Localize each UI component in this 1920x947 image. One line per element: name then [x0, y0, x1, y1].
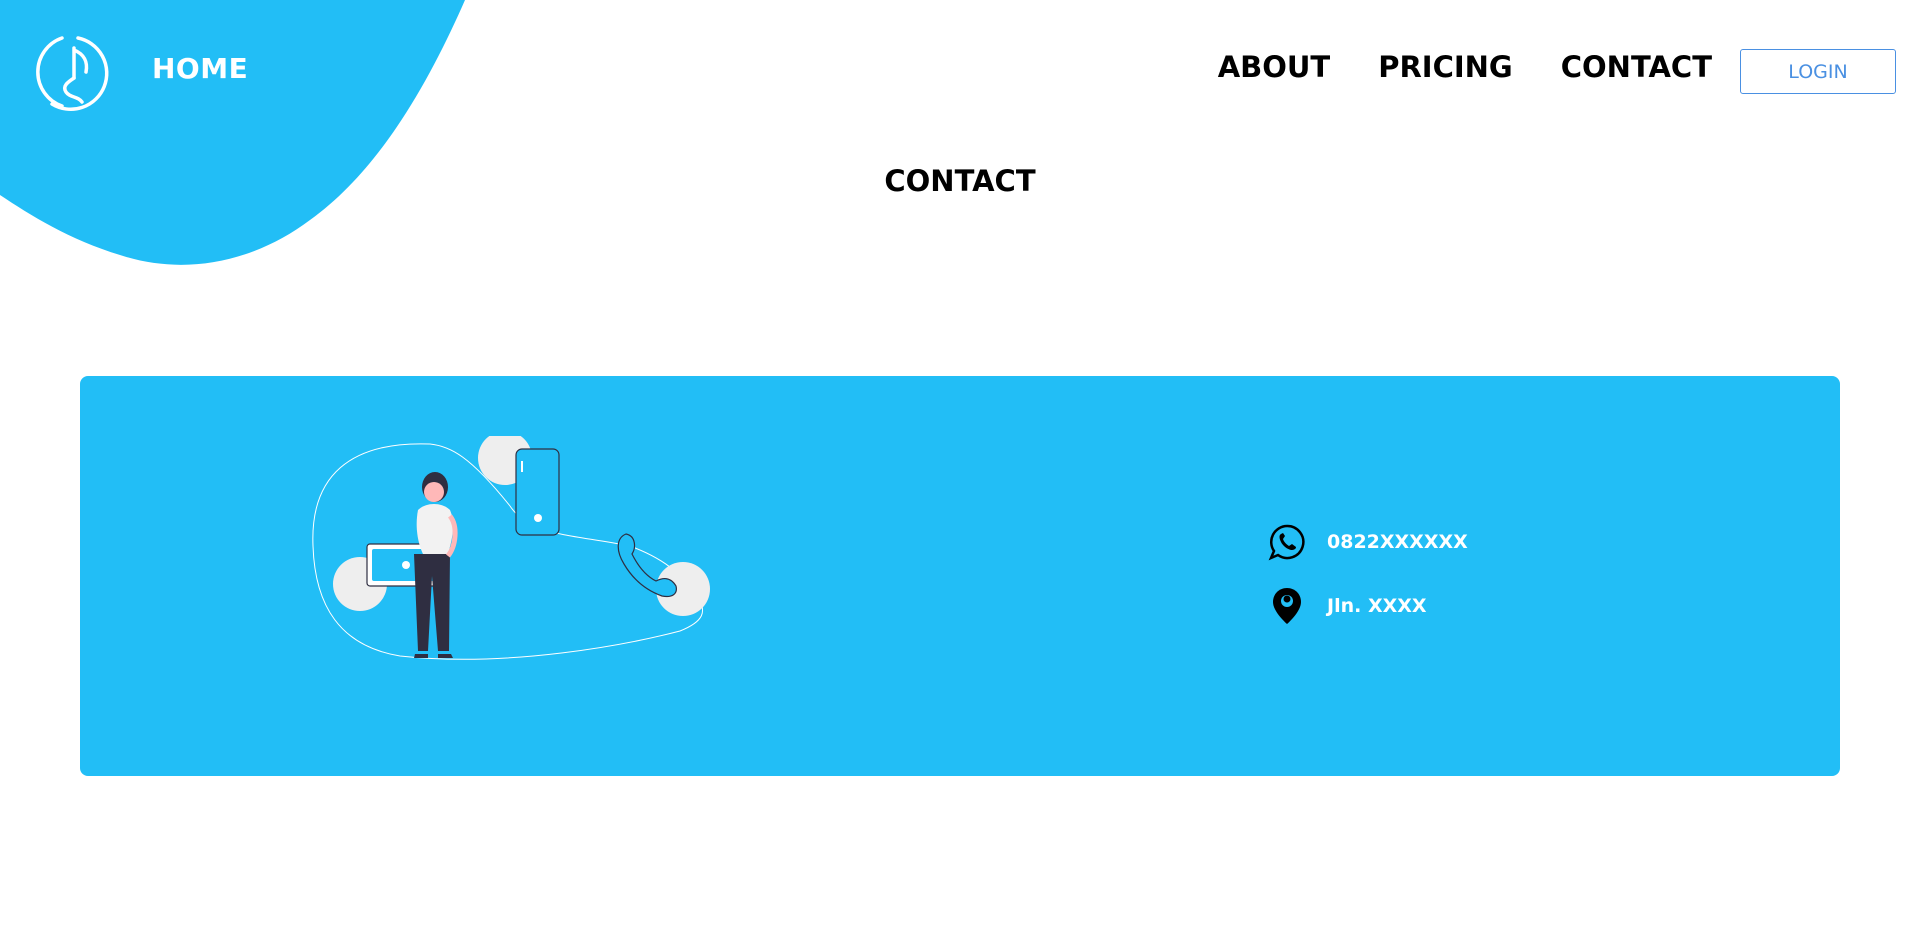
address-text: Jln. XXXX	[1327, 595, 1427, 617]
phone-row: 0822XXXXXX	[1267, 522, 1468, 562]
nav-home[interactable]: HOME	[152, 52, 248, 85]
nav-about[interactable]: ABOUT	[1218, 50, 1331, 84]
login-button[interactable]: LOGIN	[1740, 49, 1896, 94]
top-nav: ABOUT PRICING CONTACT	[1170, 50, 1712, 84]
page: HOME ABOUT PRICING CONTACT LOGIN CONTACT	[0, 0, 1920, 947]
page-title: CONTACT	[884, 164, 1036, 198]
contact-illustration	[312, 436, 710, 660]
location-pin-icon	[1267, 586, 1307, 626]
address-row: Jln. XXXX	[1267, 586, 1427, 626]
nav-pricing[interactable]: PRICING	[1378, 50, 1513, 84]
nav-contact[interactable]: CONTACT	[1561, 50, 1712, 84]
contact-card: 0822XXXXXX Jln. XXXX	[80, 376, 1840, 776]
music-note-circle-icon[interactable]	[32, 32, 112, 112]
phone-number[interactable]: 0822XXXXXX	[1327, 531, 1468, 553]
whatsapp-icon	[1267, 522, 1307, 562]
